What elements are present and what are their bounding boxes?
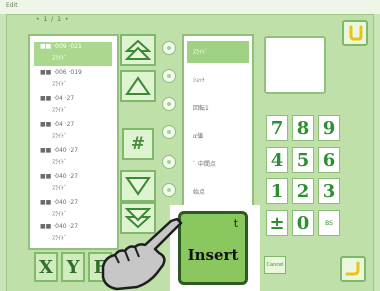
double-up-arrow-icon	[125, 39, 151, 60]
screen: Edit • 1 / 1 • ■■ ·009 ·021 ｽﾗｲﾄﾞ ■■ ·00…	[0, 0, 380, 291]
down-arrow-icon	[125, 177, 151, 196]
key-6[interactable]: 6	[318, 147, 340, 173]
radio-dot-icon	[167, 46, 171, 50]
pointing-hand-icon	[101, 217, 183, 291]
preview-box	[264, 36, 326, 94]
list-item[interactable]: ■■ ·040 ·27 ｽﾗｲﾄﾞ	[34, 172, 112, 196]
key-2[interactable]: 2	[292, 178, 314, 204]
hash-button[interactable]: #	[122, 128, 154, 160]
radio-dot-icon	[167, 160, 171, 164]
key-backspace[interactable]: BS	[318, 210, 340, 236]
option-radio[interactable]	[162, 97, 176, 111]
list-item[interactable]: ■■ ·04 ·27 ｽﾗｲﾄﾞ	[34, 94, 112, 118]
radio-dot-icon	[167, 188, 171, 192]
up-arrow-icon	[125, 76, 151, 95]
radio-dot-icon	[167, 102, 171, 106]
option-radio[interactable]	[162, 69, 176, 83]
axis-x-button[interactable]: X	[34, 252, 58, 282]
option-radio[interactable]	[162, 125, 176, 139]
list-item[interactable]: ｽﾗｲﾄﾞ	[187, 41, 249, 63]
option-list[interactable]: ｽﾗｲﾄﾞ ｼｮｯﾄ 回転1 α値 ﾞ 中間点 始点	[182, 34, 254, 210]
option-radio[interactable]	[162, 41, 176, 55]
key-7[interactable]: 7	[266, 115, 288, 141]
key-0[interactable]: 0	[292, 210, 314, 236]
radio-dot-icon	[167, 130, 171, 134]
key-plus-minus[interactable]: ±	[266, 210, 288, 236]
axis-y-button[interactable]: Y	[61, 252, 85, 282]
enter-icon	[345, 261, 360, 276]
enter-button[interactable]	[340, 256, 366, 282]
key-8[interactable]: 8	[292, 115, 314, 141]
list-item[interactable]: ﾞ 中間点	[187, 153, 249, 175]
app-title: Edit	[6, 2, 18, 9]
list-item[interactable]: 回転1	[187, 97, 249, 119]
list-item[interactable]: ■■ ·009 ·021 ｽﾗｲﾄﾞ	[34, 42, 112, 66]
title-bar: Edit	[0, 0, 380, 14]
option-radio[interactable]	[162, 155, 176, 169]
list-item[interactable]: α値	[187, 125, 249, 147]
line-down-button[interactable]	[120, 170, 156, 202]
return-icon	[349, 25, 363, 41]
list-item[interactable]: ■■ ·006 ·019 ｽﾗｲﾄﾞ	[34, 68, 112, 92]
key-4[interactable]: 4	[266, 147, 288, 173]
cancel-button[interactable]: Cancel	[264, 256, 286, 274]
option-radio[interactable]	[162, 183, 176, 197]
list-item[interactable]: ■■ ·04 ·27 ｽﾗｲﾄﾞ	[34, 120, 112, 144]
key-5[interactable]: 5	[292, 147, 314, 173]
list-item[interactable]: ｼｮｯﾄ	[187, 69, 249, 91]
radio-dot-icon	[167, 74, 171, 78]
line-up-button[interactable]	[120, 70, 156, 102]
insert-key-sub-label: t	[233, 217, 238, 230]
return-button[interactable]	[342, 20, 368, 46]
key-1[interactable]: 1	[266, 178, 288, 204]
key-9[interactable]: 9	[318, 115, 340, 141]
page-up-button[interactable]	[120, 34, 156, 66]
key-3[interactable]: 3	[318, 178, 340, 204]
page-indicator: • 1 / 1 •	[36, 16, 70, 23]
list-item[interactable]: 始点	[187, 181, 249, 203]
list-item[interactable]: ■■ ·040 ·27 ｽﾗｲﾄﾞ	[34, 146, 112, 170]
